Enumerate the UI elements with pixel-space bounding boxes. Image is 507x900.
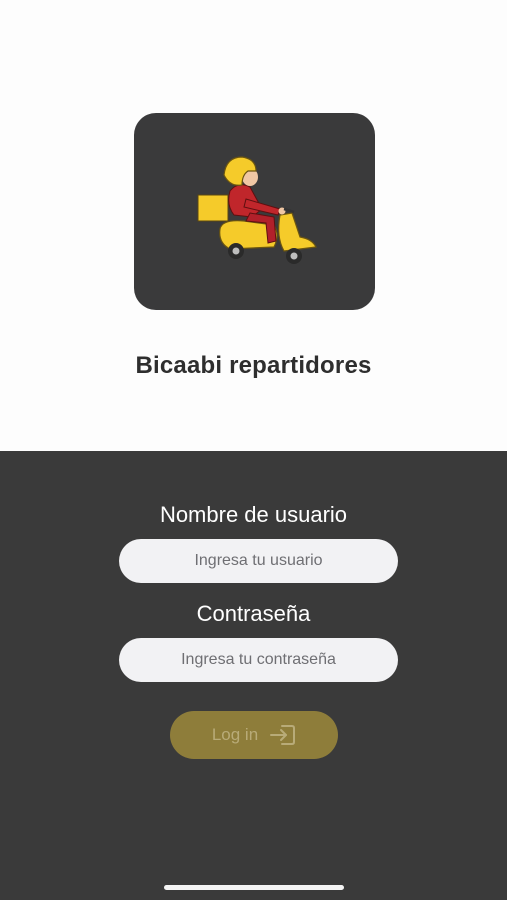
login-arrow-icon [270, 725, 296, 745]
password-input[interactable] [119, 638, 398, 682]
home-indicator[interactable] [164, 885, 344, 890]
app-logo [134, 113, 375, 310]
username-input[interactable] [119, 539, 398, 583]
app-title: Bicaabi repartidores [135, 352, 372, 379]
delivery-scooter-icon [197, 156, 317, 264]
username-label: Nombre de usuario [159, 502, 348, 527]
password-label: Contraseña [196, 601, 311, 626]
login-button[interactable]: Log in [170, 711, 338, 759]
login-button-label: Log in [211, 725, 259, 744]
